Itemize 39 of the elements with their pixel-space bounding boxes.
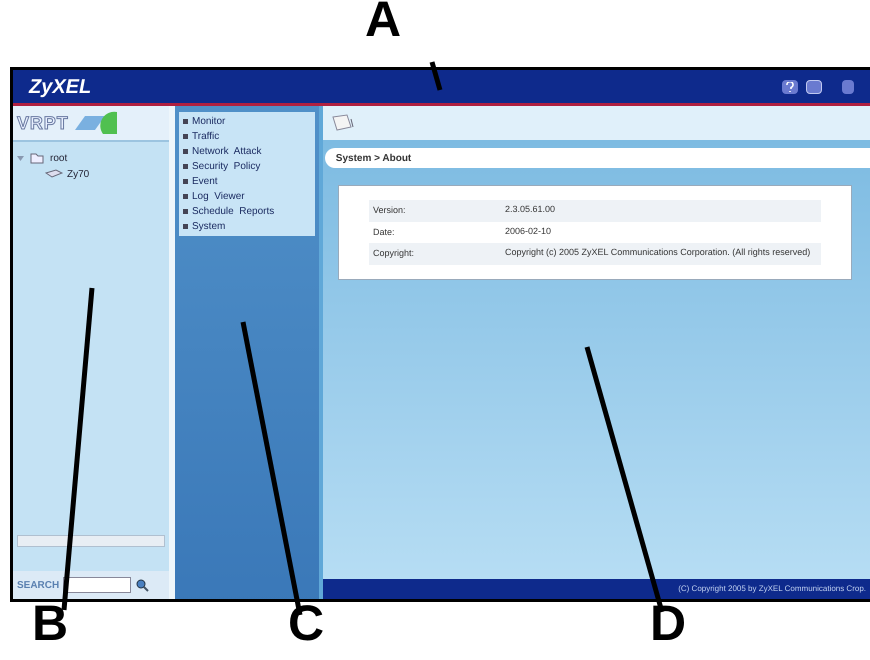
callout-label: D xyxy=(650,598,686,648)
callout-label: A xyxy=(365,0,402,44)
bullet-icon xyxy=(183,119,188,124)
field-value: Copyright (c) 2005 ZyXEL Communications Corporation. (All rights reserved) xyxy=(504,246,812,259)
footer-text: (C) Copyright 2005 by ZyXEL Communications Crop. xyxy=(678,583,866,595)
menu-item[interactable]: Security Policy xyxy=(179,159,315,174)
field-value: 2.3.05.61.00 xyxy=(504,203,556,216)
notebook-icon xyxy=(331,113,355,133)
bullet-icon xyxy=(183,179,188,184)
field-value: 2006-02-10 xyxy=(504,224,552,238)
search-field[interactable] xyxy=(63,577,132,593)
bullet-icon xyxy=(183,164,188,169)
menu-item[interactable]: System xyxy=(179,219,315,234)
breadcrumb: System > About xyxy=(334,152,412,166)
field-label: Date: xyxy=(372,226,396,238)
menu-item[interactable]: Traffic xyxy=(179,129,315,144)
search-label: SEARCH xyxy=(17,578,60,592)
sidebar-logo-banner: VRPT xyxy=(13,106,169,142)
help-icon[interactable] xyxy=(782,80,798,94)
tree-item[interactable]: Zy70 xyxy=(67,166,90,182)
menu-item[interactable]: Event xyxy=(179,174,315,189)
bullet-icon xyxy=(183,224,188,229)
device-icon xyxy=(45,168,63,180)
menu-item[interactable]: Network Attack xyxy=(179,144,315,159)
menu-item[interactable]: Monitor xyxy=(179,114,315,129)
folder-icon xyxy=(28,152,46,164)
bullet-icon xyxy=(183,134,188,139)
bullet-icon xyxy=(183,149,188,154)
callout-label: B xyxy=(32,598,68,648)
logo: ZyXEL xyxy=(29,74,92,100)
field-label: Copyright: xyxy=(372,247,416,260)
bullet-icon xyxy=(183,209,188,214)
menu-item[interactable]: Schedule Reports xyxy=(179,204,315,219)
horizontal-scrollbar[interactable] xyxy=(17,535,165,547)
bullet-icon xyxy=(183,194,188,199)
field-label: Version: xyxy=(372,204,407,217)
search-icon[interactable] xyxy=(135,578,150,592)
menu-item[interactable]: Log Viewer xyxy=(179,189,315,204)
tree-item[interactable]: root xyxy=(50,150,68,166)
